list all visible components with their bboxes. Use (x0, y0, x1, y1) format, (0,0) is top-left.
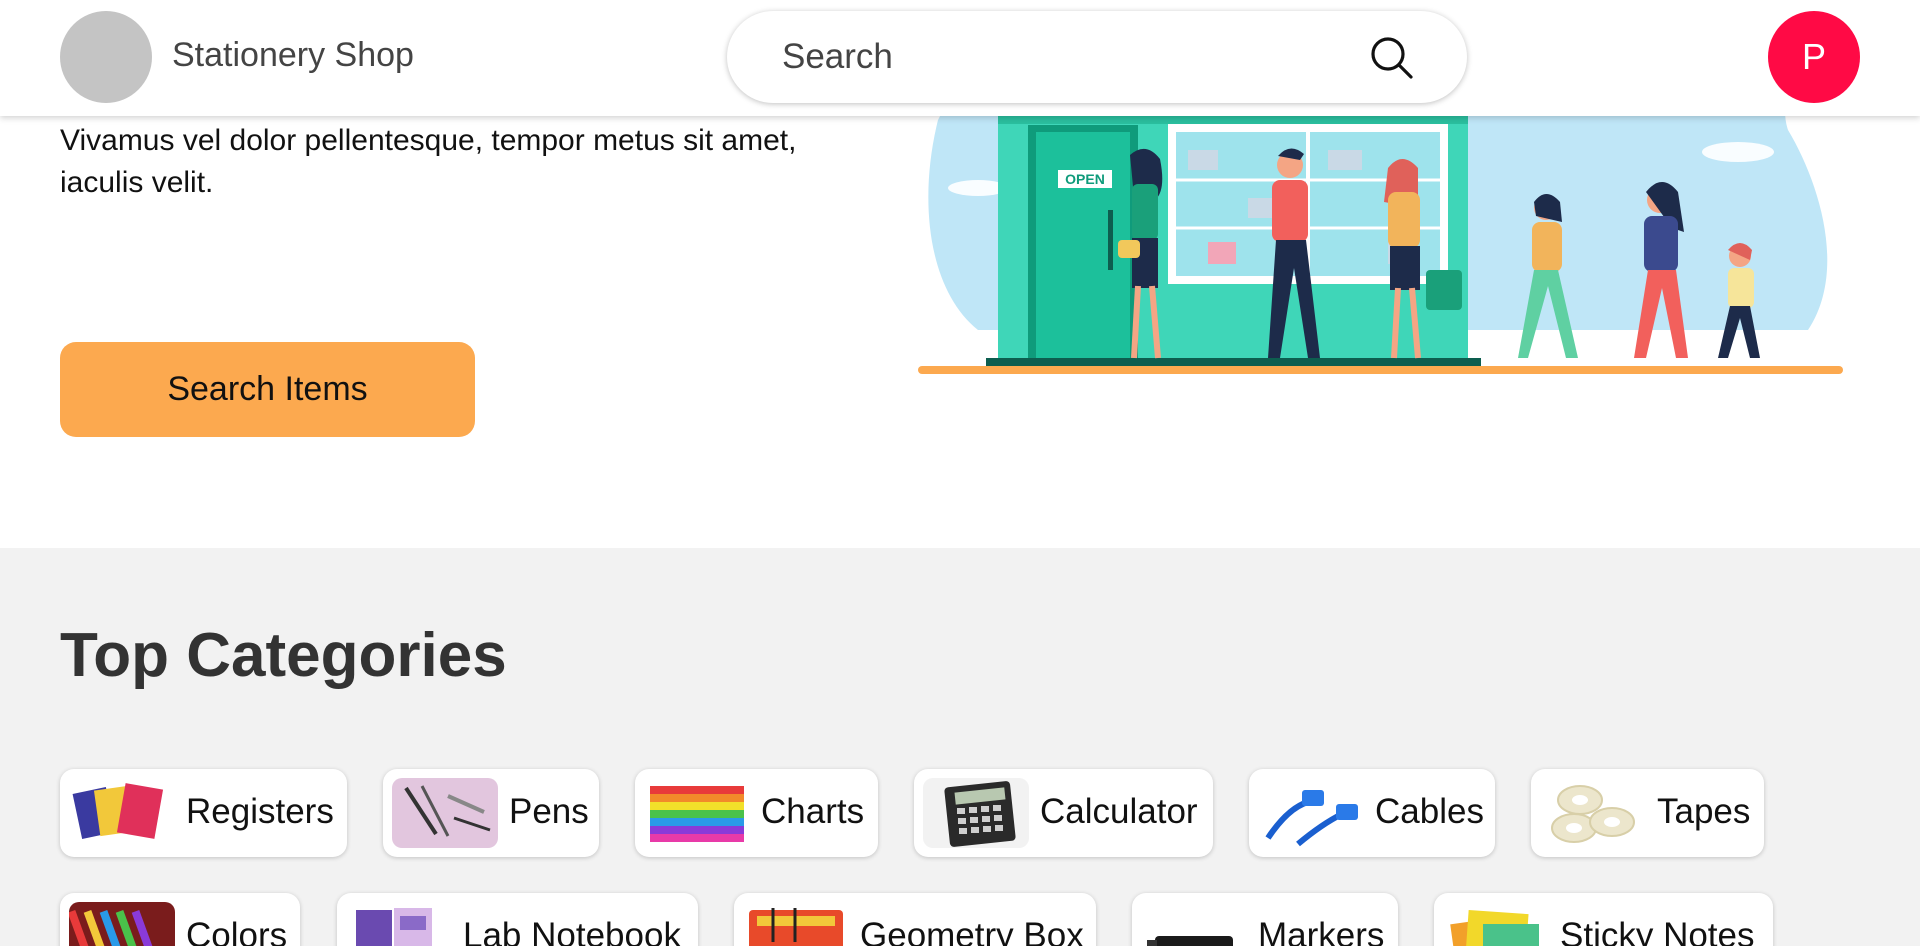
chip-label: Markers (1258, 916, 1385, 946)
chip-label: Registers (186, 792, 334, 831)
top-header: Stationery Shop P (0, 0, 1920, 116)
registers-thumbnail (69, 778, 175, 848)
pens-thumbnail (392, 778, 498, 848)
logo[interactable] (60, 11, 152, 103)
sticky-notes-thumbnail (1443, 902, 1549, 946)
search-bar[interactable] (727, 11, 1467, 103)
lab-notebook-thumbnail (346, 902, 452, 946)
category-markers[interactable]: Markers (1132, 893, 1398, 946)
cables-thumbnail (1258, 778, 1364, 848)
chip-label: Pens (509, 792, 589, 831)
tapes-thumbnail (1540, 778, 1646, 848)
category-calculator[interactable]: Calculator (914, 769, 1213, 857)
chip-label: Geometry Box (860, 916, 1084, 946)
chip-label: Charts (761, 792, 865, 831)
category-sticky-notes[interactable]: Sticky Notes (1434, 893, 1773, 946)
charts-thumbnail (644, 778, 750, 848)
search-icon[interactable] (1369, 35, 1415, 81)
user-avatar[interactable]: P (1768, 11, 1860, 103)
chip-label: Calculator (1040, 792, 1198, 831)
chip-label: Colors (186, 916, 288, 946)
category-lab-notebook[interactable]: Lab Notebook (337, 893, 698, 946)
category-charts[interactable]: Charts (635, 769, 878, 857)
section-title: Top Categories (60, 621, 507, 690)
chip-label: Lab Notebook (463, 916, 681, 946)
search-items-button[interactable]: Search Items (60, 342, 475, 437)
open-sign: OPEN (1065, 171, 1105, 187)
chip-label: Cables (1375, 792, 1484, 831)
chip-label: Sticky Notes (1560, 916, 1755, 946)
brand-name[interactable]: Stationery Shop (172, 36, 414, 75)
category-registers[interactable]: Registers (60, 769, 347, 857)
category-tapes[interactable]: Tapes (1531, 769, 1764, 857)
category-cables[interactable]: Cables (1249, 769, 1495, 857)
geometry-box-thumbnail (743, 902, 849, 946)
chip-label: Tapes (1657, 792, 1751, 831)
category-geometry-box[interactable]: Geometry Box (734, 893, 1096, 946)
markers-thumbnail (1141, 902, 1247, 946)
top-categories-section: Top Categories Registers Pens Charts Cal… (0, 548, 1920, 946)
calculator-thumbnail (923, 778, 1029, 848)
colors-thumbnail (69, 902, 175, 946)
category-pens[interactable]: Pens (383, 769, 599, 857)
search-input[interactable] (782, 33, 1342, 81)
category-colors[interactable]: Colors (60, 893, 300, 946)
